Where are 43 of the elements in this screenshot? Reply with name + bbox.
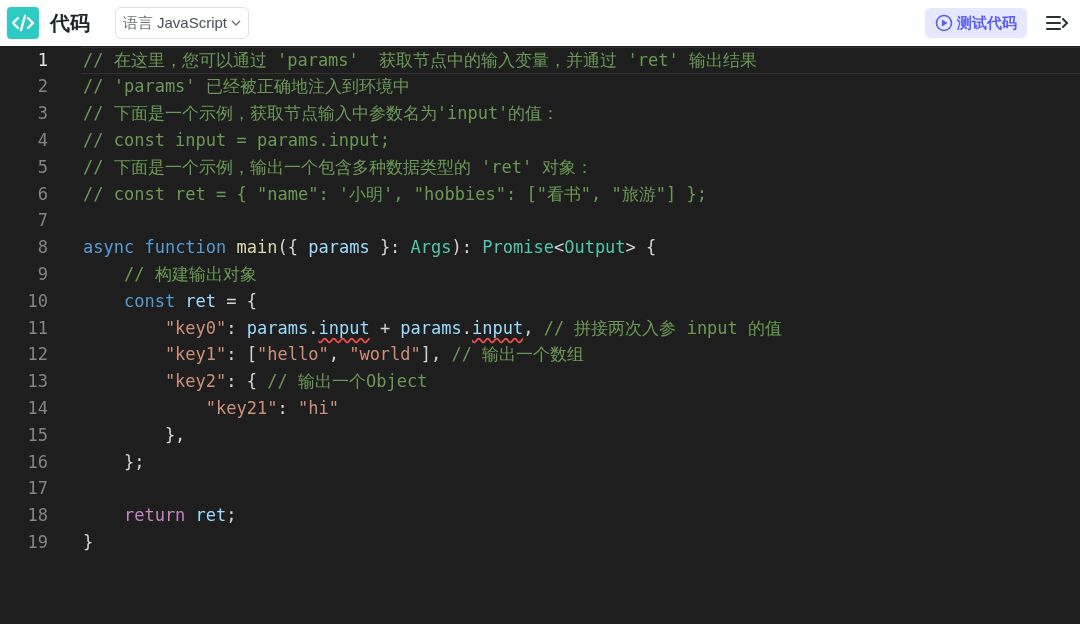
menu-icon[interactable] [1045, 13, 1069, 33]
code-line: // 下面是一个示例，获取节点输入中参数名为'input'的值： [83, 102, 560, 126]
code-line: "key21": "hi" [204, 397, 339, 420]
line-number: 18 [26, 504, 48, 528]
code-line: // 'params' 已经被正确地注入到环境中 [83, 75, 410, 99]
line-number: 14 [26, 397, 48, 420]
line-number: 9 [36, 263, 48, 286]
code-logo-icon [7, 7, 39, 39]
line-number: 2 [36, 75, 48, 99]
code-line: const ret = { [122, 289, 258, 313]
code-line: "key2": { // 输出一个Object [163, 370, 428, 394]
code-line: // 在这里，您可以通过 'params' 获取节点中的输入变量，并通过 'ret' 输出结果 [83, 48, 757, 72]
code-line: return ret; [122, 504, 237, 528]
test-code-button[interactable]: 测试代码 [925, 8, 1027, 38]
line-number: 3 [36, 102, 48, 126]
code-line: // 构建输出对象 [122, 263, 257, 287]
line-number: 12 [26, 343, 48, 367]
code-line: "key0": params.input + params.input, // 拼接两次入参 input 的值 [163, 316, 783, 340]
code-line: "key1": ["hello", "world"], // 输出一个数组 [163, 343, 585, 367]
code-line: // const ret = { "name": '小明', "hobbies": ["看书", "旅游"] }; [83, 182, 707, 206]
line-number: 11 [26, 316, 48, 340]
code-line: } [83, 531, 94, 554]
code-line: }, [163, 423, 186, 447]
line-number: 7 [36, 209, 48, 233]
line-number: 19 [26, 531, 48, 554]
line-number: 13 [26, 370, 48, 394]
chevron-down-icon [231, 19, 242, 27]
line-number: 4 [36, 129, 48, 153]
page-title: 代码 [50, 11, 90, 36]
line-number: 6 [36, 182, 48, 206]
code-line: // 下面是一个示例，输出一个包含多种数据类型的 'ret' 对象： [83, 155, 594, 179]
line-number: 16 [26, 450, 48, 474]
line-number: 15 [26, 423, 48, 447]
line-number: 17 [26, 477, 48, 501]
code-line: async function main({ params }: Args): Promise<Output> { [83, 236, 657, 260]
play-circle-icon [935, 14, 953, 32]
code-line: // const input = params.input; [83, 129, 391, 153]
code-line: }; [122, 450, 145, 474]
line-number: 5 [36, 155, 48, 179]
line-number: 8 [36, 236, 48, 260]
language-select[interactable]: 语言 JavaScript [115, 7, 250, 39]
line-number: 10 [26, 289, 48, 313]
line-number: 1 [36, 48, 48, 72]
